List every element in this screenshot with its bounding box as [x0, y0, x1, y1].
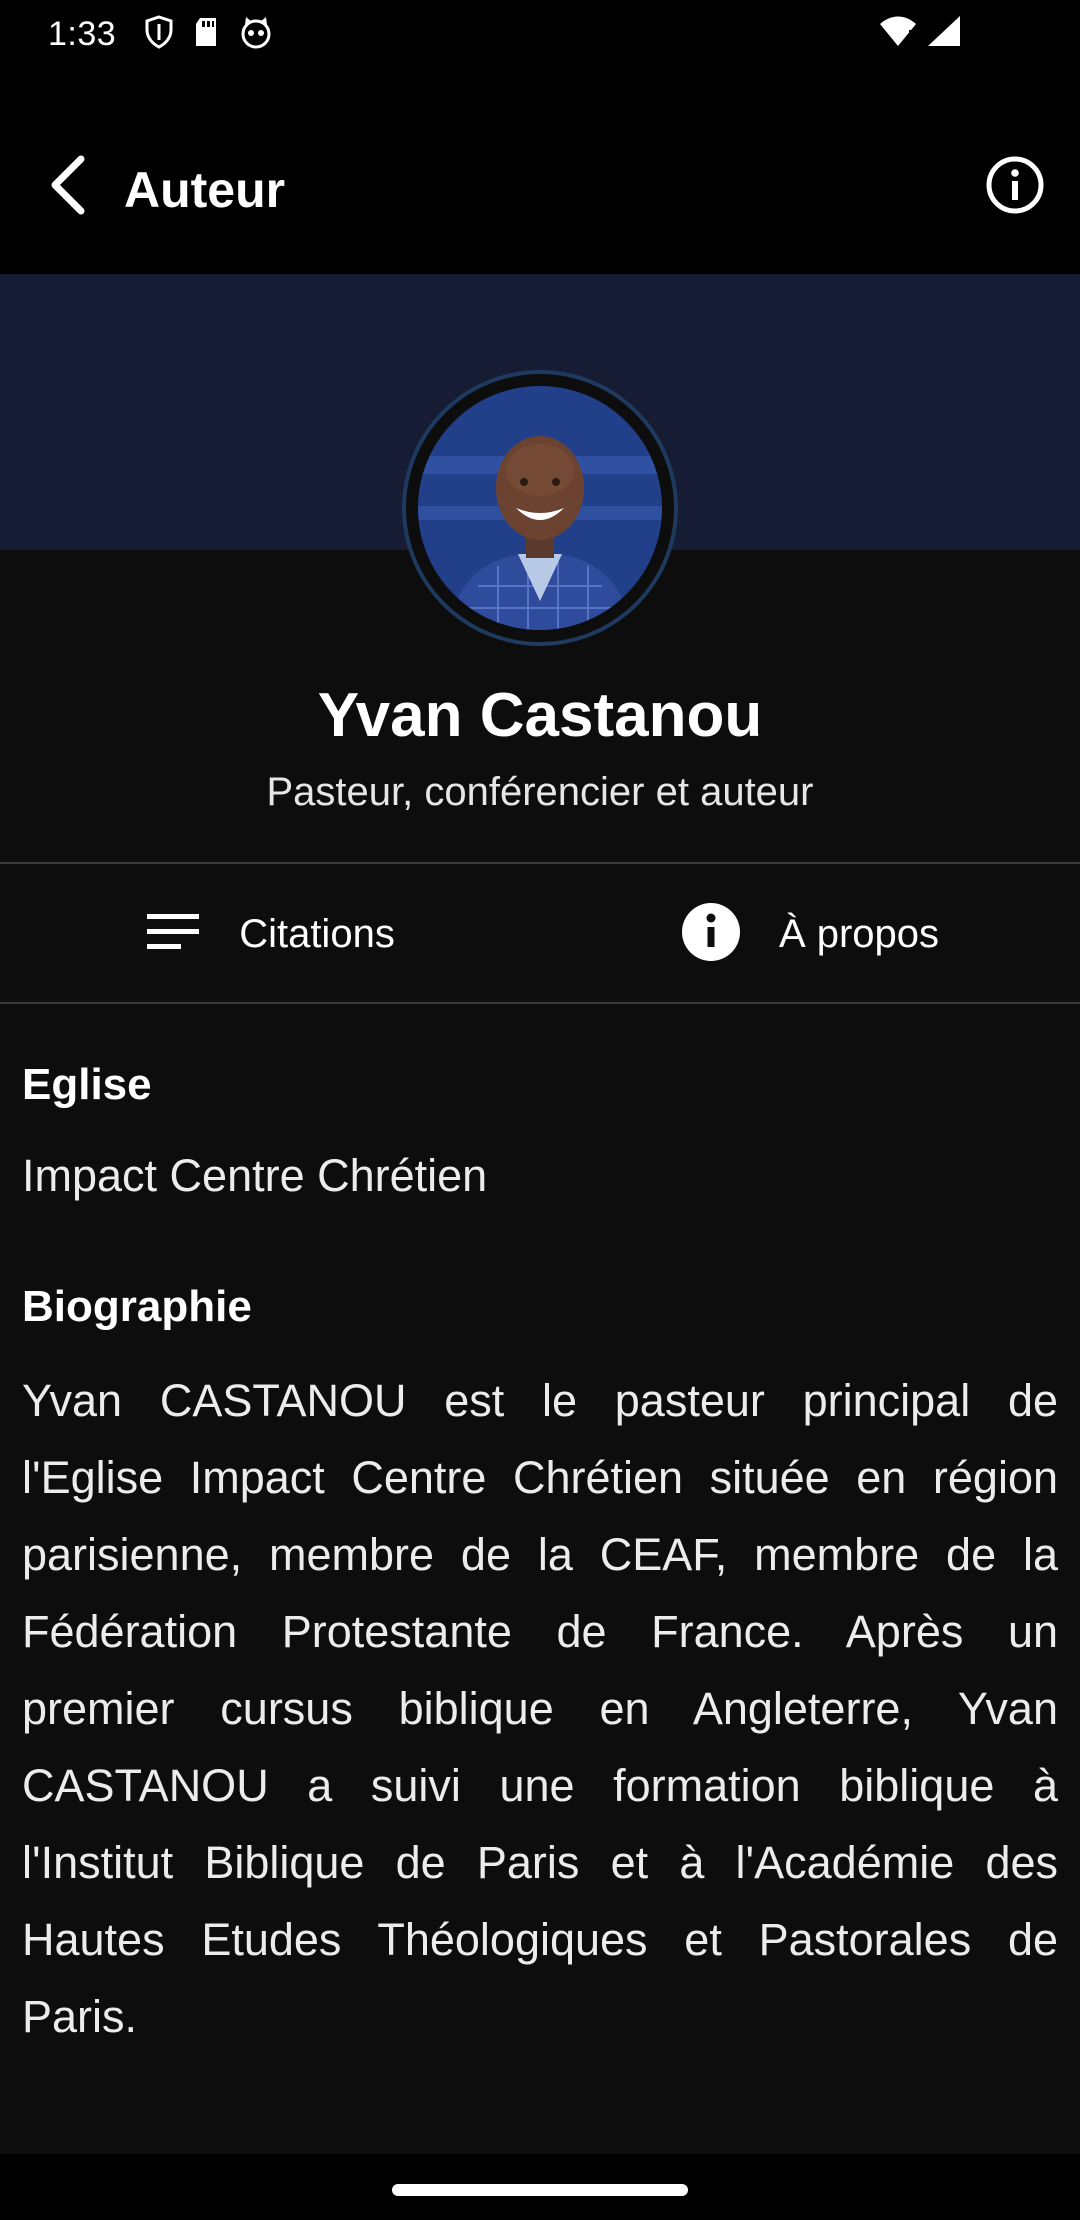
divider-top	[0, 862, 1080, 864]
cat-icon	[238, 15, 274, 54]
status-right-icons	[878, 14, 962, 53]
tab-citations[interactable]: Citations	[0, 866, 540, 1002]
list-icon	[145, 912, 201, 957]
sd-card-icon	[192, 16, 220, 53]
signal-icon	[926, 14, 962, 53]
status-time: 1:33	[48, 14, 117, 53]
back-button[interactable]	[36, 154, 102, 220]
page-title: Auteur	[124, 162, 286, 218]
navigation-bar	[0, 2154, 1080, 2220]
info-button[interactable]	[984, 156, 1046, 218]
status-bar: 1:33	[0, 0, 1080, 68]
tab-citations-label: Citations	[239, 911, 395, 956]
biography-heading: Biographie	[22, 1282, 252, 1331]
church-heading: Eglise	[22, 1060, 152, 1109]
author-name: Yvan Castanou	[317, 681, 763, 750]
home-indicator[interactable]	[392, 2184, 688, 2196]
info-filled-icon	[681, 902, 741, 967]
avatar[interactable]	[418, 386, 662, 630]
biography-text: Yvan CASTANOU est le pasteur principal d…	[22, 1375, 1058, 2042]
shield-icon	[144, 14, 174, 54]
about-content: Eglise Impact Centre Chrétien Biographie…	[22, 1060, 1058, 2055]
screen: 1:33 Auteur Yvan Castanou Pasteur, confé…	[0, 0, 1080, 2220]
avatar-ring	[402, 370, 678, 646]
app-bar: Auteur	[0, 68, 1080, 274]
tab-a-propos[interactable]: À propos	[540, 866, 1080, 1002]
wifi-icon	[878, 14, 918, 53]
author-subtitle: Pasteur, conférencier et auteur	[266, 770, 814, 814]
divider-bottom	[0, 1002, 1080, 1004]
back-arrow-icon	[47, 155, 91, 220]
info-outline-icon	[985, 155, 1045, 220]
status-left-icons	[144, 14, 274, 54]
church-value: Impact Centre Chrétien	[22, 1150, 488, 1201]
tab-bar: Citations À propos	[0, 866, 1080, 1002]
tab-a-propos-label: À propos	[778, 911, 940, 956]
